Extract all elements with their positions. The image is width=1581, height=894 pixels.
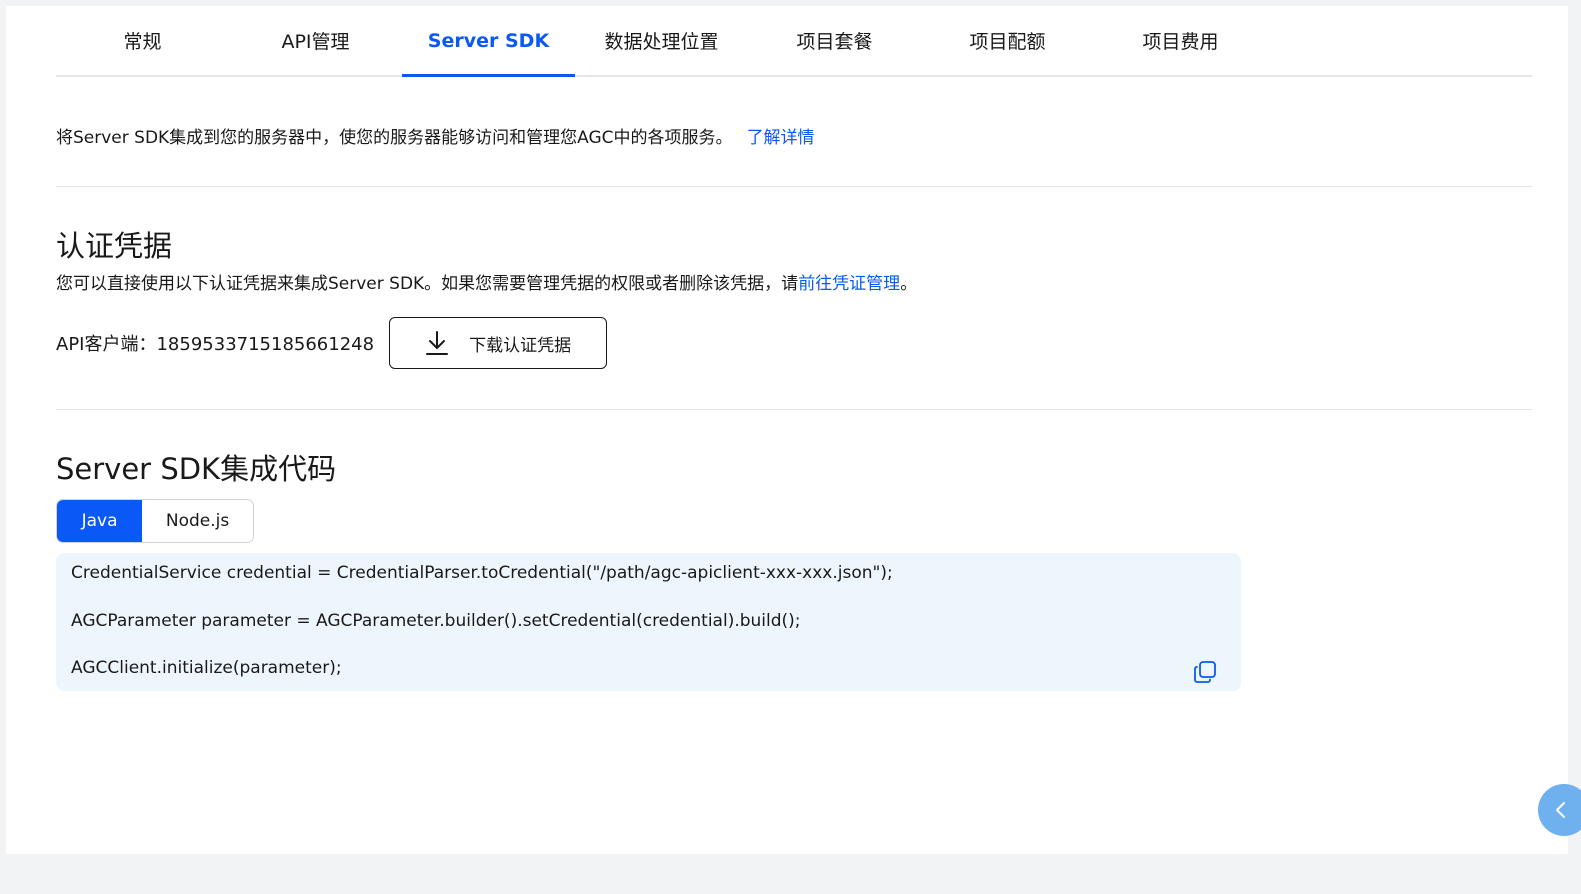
download-credentials-button[interactable]: 下载认证凭据: [389, 317, 608, 369]
tab-api-management[interactable]: API管理: [229, 6, 402, 75]
tab-project-package[interactable]: 项目套餐: [748, 6, 921, 75]
sdk-code-title: Server SDK集成代码: [56, 452, 337, 486]
api-client-label: API客户端：1859533715185661248: [56, 334, 375, 355]
tab-nodejs[interactable]: Node.js: [142, 500, 253, 542]
floating-help-button[interactable]: [1538, 784, 1581, 836]
learn-more-link[interactable]: 了解详情: [747, 128, 815, 148]
credentials-desc-text: 您可以直接使用以下认证凭据来集成Server SDK。如果您需要管理凭据的权限或…: [56, 274, 799, 294]
credentials-desc-end: 。: [900, 274, 918, 294]
tab-project-cost[interactable]: 项目费用: [1094, 6, 1267, 75]
divider: [56, 186, 1532, 187]
chevron-left-icon: [1556, 802, 1565, 818]
tab-general[interactable]: 常规: [56, 6, 229, 75]
copy-icon[interactable]: [1192, 659, 1218, 685]
download-credentials-label: 下载认证凭据: [469, 335, 572, 356]
code-line: AGCParameter parameter = AGCParameter.bu…: [71, 611, 801, 631]
manage-credentials-link[interactable]: 前往凭证管理: [798, 274, 900, 294]
code-line: CredentialService credential = Credentia…: [71, 563, 893, 583]
api-client-row: API客户端：1859533715185661248 下载认证凭据: [56, 317, 608, 369]
project-settings-tabs: 常规 API管理 Server SDK 数据处理位置 项目套餐 项目配额 项目费…: [56, 6, 1532, 77]
language-tabs: Java Node.js: [56, 499, 254, 543]
download-icon: [426, 331, 449, 355]
tab-data-location[interactable]: 数据处理位置: [575, 6, 748, 75]
main-panel: 常规 API管理 Server SDK 数据处理位置 项目套餐 项目配额 项目费…: [6, 6, 1568, 854]
divider: [56, 409, 1532, 410]
intro-text: 将Server SDK集成到您的服务器中，使您的服务器能够访问和管理您AGC中的…: [56, 128, 733, 148]
tab-java[interactable]: Java: [57, 500, 143, 542]
tab-server-sdk[interactable]: Server SDK: [402, 6, 575, 77]
tab-project-quota[interactable]: 项目配额: [921, 6, 1094, 75]
credentials-desc: 您可以直接使用以下认证凭据来集成Server SDK。如果您需要管理凭据的权限或…: [56, 269, 917, 294]
intro-text-row: 将Server SDK集成到您的服务器中，使您的服务器能够访问和管理您AGC中的…: [56, 123, 815, 148]
code-block: CredentialService credential = Credentia…: [56, 553, 1241, 691]
credentials-title: 认证凭据: [56, 229, 173, 263]
footer: [0, 876, 1581, 894]
code-line: AGCClient.initialize(parameter);: [71, 658, 342, 678]
